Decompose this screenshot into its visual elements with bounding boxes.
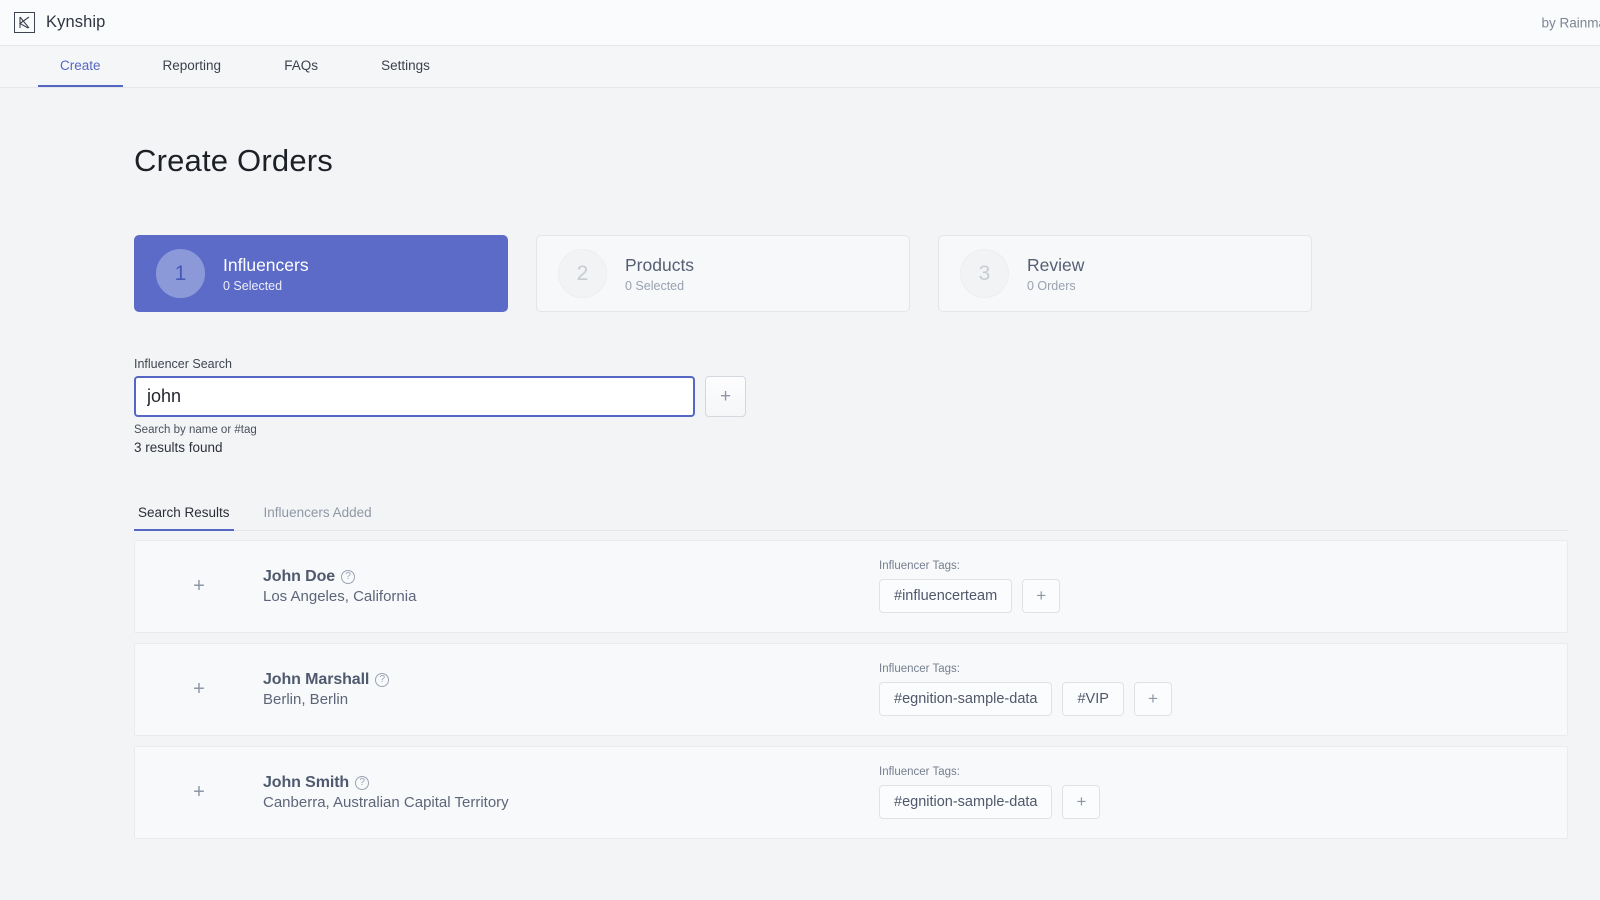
influencer-tags-label: Influencer Tags: bbox=[879, 663, 960, 675]
results-count: 3 results found bbox=[134, 440, 223, 455]
influencer-name-row: John Doe ? bbox=[263, 568, 873, 586]
table-row[interactable]: + John Smith ? Canberra, Australian Capi… bbox=[134, 746, 1568, 839]
nav-spacer-3 bbox=[341, 46, 359, 87]
table-row[interactable]: + John Doe ? Los Angeles, California Inf… bbox=[134, 540, 1568, 633]
step-sub-review: 0 Orders bbox=[1027, 278, 1076, 293]
step-card-review[interactable]: 3 Review 0 Orders bbox=[938, 235, 1312, 312]
plus-icon: + bbox=[1076, 792, 1087, 811]
nav-tab-reporting[interactable]: Reporting bbox=[141, 46, 244, 87]
step-text-1: Influencers 0 Selected bbox=[223, 254, 309, 293]
plus-icon: + bbox=[1147, 689, 1158, 708]
step-label-products: Products bbox=[625, 255, 695, 276]
add-influencer-button[interactable]: + bbox=[135, 747, 263, 838]
plus-icon: + bbox=[193, 678, 205, 700]
tag-list: #egnition-sample-data #VIP + bbox=[879, 682, 1567, 716]
tag-list: #egnition-sample-data + bbox=[879, 785, 1567, 819]
by-line: by Rainma bbox=[1541, 15, 1600, 30]
page-content: Create Orders 1 Influencers 0 Selected 2… bbox=[0, 143, 1600, 839]
add-search-term-button[interactable]: + bbox=[705, 376, 746, 417]
step-label-review: Review bbox=[1027, 255, 1085, 276]
influencer-tags-group: Influencer Tags: #egnition-sample-data #… bbox=[873, 663, 1567, 716]
help-circle-icon[interactable]: ? bbox=[341, 570, 356, 584]
influencer-tags-label: Influencer Tags: bbox=[879, 766, 960, 778]
step-text-3: Review 0 Orders bbox=[1027, 254, 1084, 293]
influencer-location: Los Angeles, California bbox=[263, 588, 417, 605]
influencer-name: John Smith bbox=[263, 774, 350, 791]
tag-chip[interactable]: #influencerteam bbox=[879, 579, 1013, 613]
step-number-3: 3 bbox=[960, 249, 1009, 298]
influencer-info: John Marshall ? Berlin, Berlin bbox=[263, 671, 873, 708]
step-number-2: 2 bbox=[558, 249, 607, 298]
search-hint: Search by name or #tag bbox=[134, 424, 257, 436]
nav-tab-create[interactable]: Create bbox=[38, 46, 123, 87]
tag-chip[interactable]: #egnition-sample-data bbox=[879, 682, 1053, 716]
plus-icon: + bbox=[719, 386, 732, 407]
nav-tab-faqs[interactable]: FAQs bbox=[261, 46, 341, 87]
plus-icon: + bbox=[193, 781, 205, 803]
tag-list: #influencerteam + bbox=[879, 579, 1567, 613]
step-text-2: Products 0 Selected bbox=[625, 254, 694, 293]
search-results-list: + John Doe ? Los Angeles, California Inf… bbox=[134, 540, 1568, 839]
add-tag-button[interactable]: + bbox=[1062, 785, 1101, 819]
results-tablist: Search Results Influencers Added bbox=[134, 505, 1568, 531]
main-nav: Create Reporting FAQs Settings bbox=[0, 46, 1600, 88]
influencer-search-label: Influencer Search bbox=[134, 357, 232, 371]
brand: Kynship bbox=[14, 12, 105, 33]
add-influencer-button[interactable]: + bbox=[135, 541, 263, 632]
influencer-tags-label: Influencer Tags: bbox=[879, 560, 960, 572]
brand-name: Kynship bbox=[46, 13, 106, 31]
influencer-name-row: John Marshall ? bbox=[263, 671, 873, 689]
influencer-search-block: Influencer Search + Search by name or #t… bbox=[134, 357, 1600, 455]
plus-icon: + bbox=[1036, 586, 1047, 605]
tag-chip[interactable]: #egnition-sample-data bbox=[879, 785, 1053, 819]
tab-influencers-added[interactable]: Influencers Added bbox=[260, 505, 376, 531]
step-number-1: 1 bbox=[156, 249, 205, 298]
search-input[interactable] bbox=[134, 376, 695, 417]
step-card-influencers[interactable]: 1 Influencers 0 Selected bbox=[134, 235, 508, 312]
influencer-info: John Smith ? Canberra, Australian Capita… bbox=[263, 774, 873, 811]
table-row[interactable]: + John Marshall ? Berlin, Berlin Influen… bbox=[134, 643, 1568, 736]
kynship-k-logo-icon bbox=[14, 12, 35, 33]
add-influencer-button[interactable]: + bbox=[135, 644, 263, 735]
add-tag-button[interactable]: + bbox=[1022, 579, 1061, 613]
plus-icon: + bbox=[193, 575, 205, 597]
step-sub-products: 0 Selected bbox=[625, 278, 685, 293]
influencer-name: John Marshall bbox=[263, 671, 370, 688]
influencer-info: John Doe ? Los Angeles, California bbox=[263, 568, 873, 605]
help-circle-icon[interactable]: ? bbox=[375, 673, 390, 687]
influencer-name: John Doe bbox=[263, 568, 336, 585]
step-wizard: 1 Influencers 0 Selected 2 Products 0 Se… bbox=[134, 235, 1600, 312]
influencer-location: Berlin, Berlin bbox=[263, 691, 349, 708]
step-sub-influencers: 0 Selected bbox=[223, 278, 283, 293]
influencer-tags-group: Influencer Tags: #egnition-sample-data + bbox=[873, 766, 1567, 819]
step-card-products[interactable]: 2 Products 0 Selected bbox=[536, 235, 910, 312]
add-tag-button[interactable]: + bbox=[1133, 682, 1172, 716]
tag-chip[interactable]: #VIP bbox=[1062, 682, 1124, 716]
app-header: Kynship by Rainma bbox=[0, 0, 1600, 46]
influencer-location: Canberra, Australian Capital Territory bbox=[263, 794, 509, 811]
influencer-tags-group: Influencer Tags: #influencerteam + bbox=[873, 560, 1567, 613]
influencer-name-row: John Smith ? bbox=[263, 774, 873, 792]
search-row: + bbox=[134, 376, 1600, 417]
help-circle-icon[interactable]: ? bbox=[355, 776, 370, 790]
nav-spacer-2 bbox=[243, 46, 261, 87]
step-label-influencers: Influencers bbox=[223, 255, 309, 276]
nav-tab-settings[interactable]: Settings bbox=[359, 46, 452, 87]
page-title: Create Orders bbox=[134, 143, 333, 178]
tab-search-results[interactable]: Search Results bbox=[134, 505, 234, 531]
nav-spacer-1 bbox=[123, 46, 141, 87]
